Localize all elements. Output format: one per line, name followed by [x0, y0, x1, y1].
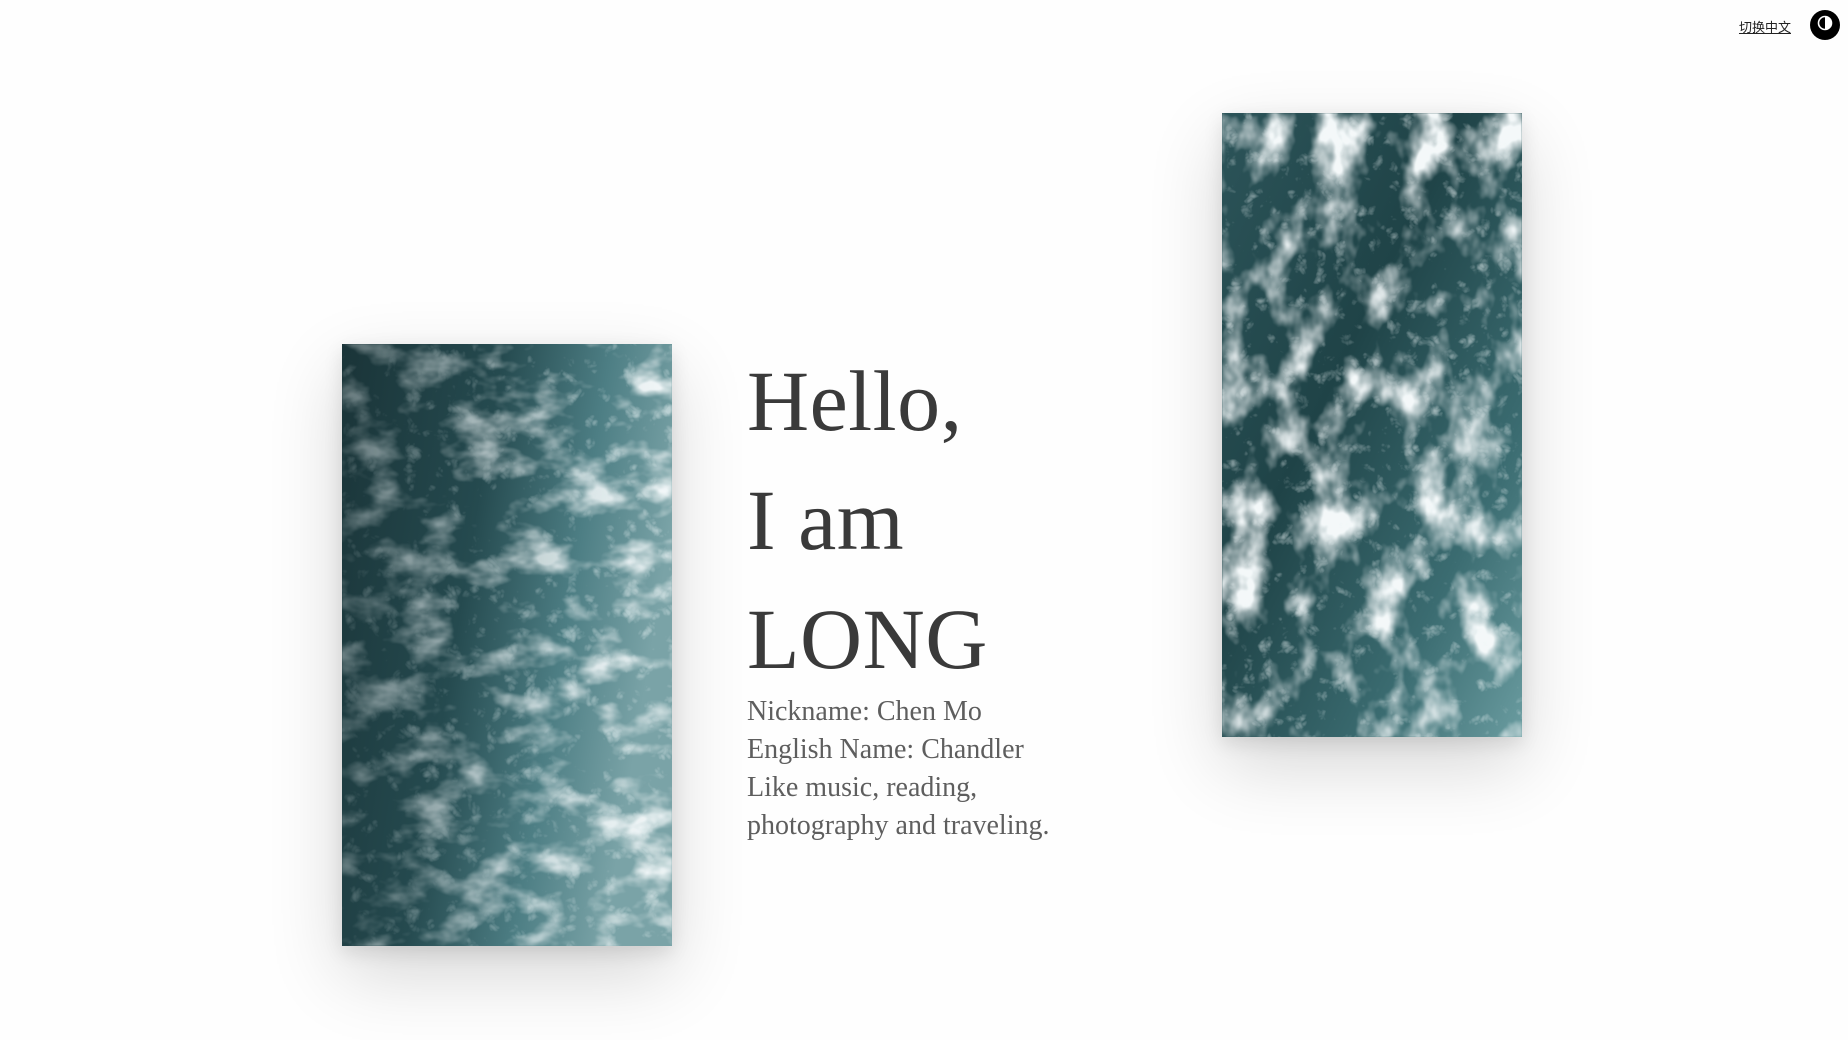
- greeting-line-hello: Hello,: [747, 353, 963, 449]
- ocean-photo-right: [1222, 113, 1522, 737]
- english-name-text: English Name: Chandler: [747, 734, 1024, 765]
- language-switch-link[interactable]: 切换中文: [1739, 17, 1791, 36]
- top-bar: 切换中文: [0, 0, 1848, 52]
- greeting-line-name: LONG: [747, 591, 988, 687]
- ocean-photo-left: [342, 344, 672, 946]
- hobbies-text-line-2: photography and traveling.: [747, 810, 1050, 841]
- intro-section: Hello, I am LONG Nickname: Chen Mo Engli…: [747, 350, 1207, 845]
- nickname-text: Nickname: Chen Mo: [747, 696, 982, 727]
- profile-details: Nickname: Chen Mo English Name: Chandler…: [747, 693, 1207, 845]
- contrast-icon: [1817, 15, 1833, 36]
- greeting-line-i-am: I am: [747, 472, 905, 568]
- hobbies-text-line-1: Like music, reading,: [747, 772, 978, 803]
- greeting-heading: Hello, I am LONG: [747, 342, 1207, 699]
- theme-toggle-button[interactable]: [1810, 10, 1840, 40]
